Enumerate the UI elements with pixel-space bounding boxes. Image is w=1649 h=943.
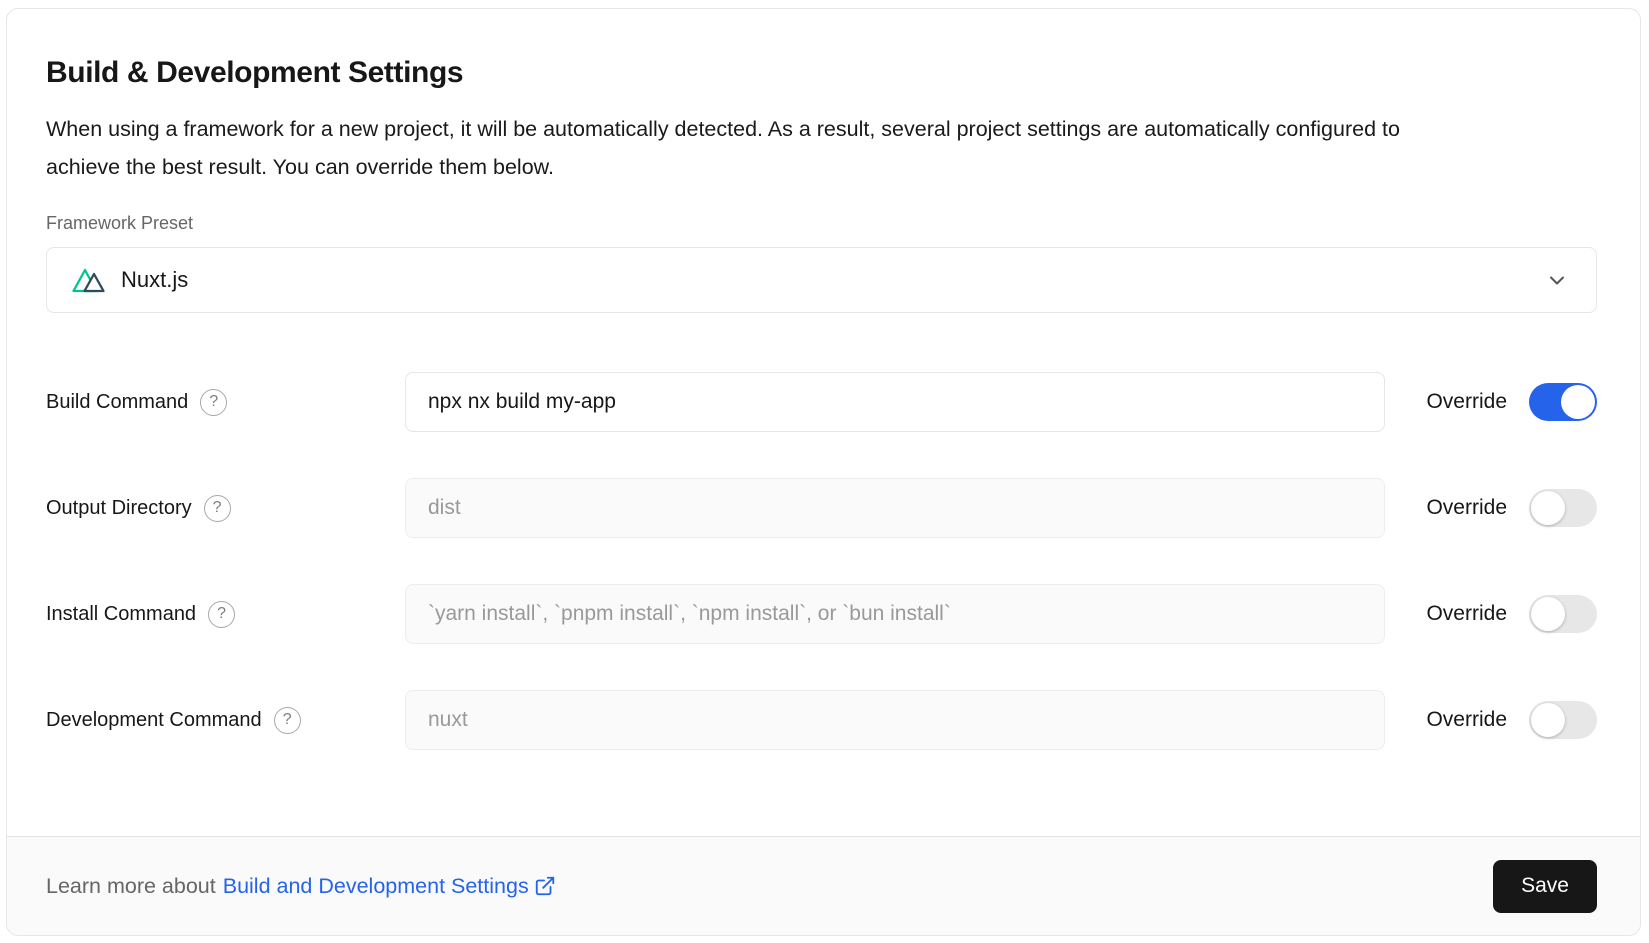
- override-control: Override: [1426, 489, 1597, 527]
- override-label: Override: [1426, 390, 1507, 414]
- help-icon[interactable]: ?: [274, 707, 301, 734]
- build-settings-card: Build & Development Settings When using …: [6, 8, 1641, 936]
- install-command-label: Install Command: [46, 603, 196, 626]
- override-toggle[interactable]: [1529, 701, 1597, 739]
- install-command-row: Install Command ? Override: [46, 584, 1597, 644]
- install-command-input: [405, 584, 1385, 644]
- toggle-knob: [1561, 385, 1595, 419]
- nuxt-logo-icon: [71, 266, 109, 294]
- save-button[interactable]: Save: [1493, 860, 1597, 913]
- override-toggle[interactable]: [1529, 383, 1597, 421]
- learn-more-text: Learn more about Build and Development S…: [46, 874, 556, 899]
- output-directory-row: Output Directory ? Override: [46, 478, 1597, 538]
- settings-rows: Build Command ? Override Output Director…: [46, 372, 1597, 750]
- docs-link-label: Build and Development Settings: [223, 874, 529, 899]
- row-label: Output Directory ?: [46, 495, 405, 522]
- page-title: Build & Development Settings: [46, 56, 1597, 90]
- settings-footer: Learn more about Build and Development S…: [7, 836, 1640, 935]
- output-directory-label: Output Directory: [46, 497, 192, 520]
- row-label: Build Command ?: [46, 389, 405, 416]
- override-label: Override: [1426, 496, 1507, 520]
- framework-preset-select[interactable]: Nuxt.js: [46, 247, 1597, 313]
- development-command-input: [405, 690, 1385, 750]
- row-label: Install Command ?: [46, 601, 405, 628]
- override-control: Override: [1426, 595, 1597, 633]
- help-icon[interactable]: ?: [200, 389, 227, 416]
- build-command-label: Build Command: [46, 391, 188, 414]
- settings-description: When using a framework for a new project…: [46, 110, 1476, 186]
- framework-preset-label: Framework Preset: [46, 213, 1597, 234]
- output-directory-input: [405, 478, 1385, 538]
- override-toggle[interactable]: [1529, 489, 1597, 527]
- external-link-icon: [534, 875, 556, 897]
- build-command-input[interactable]: [405, 372, 1385, 432]
- chevron-down-icon: [1544, 267, 1570, 293]
- help-icon[interactable]: ?: [208, 601, 235, 628]
- override-label: Override: [1426, 602, 1507, 626]
- toggle-knob: [1531, 491, 1565, 525]
- override-control: Override: [1426, 701, 1597, 739]
- settings-main: Build & Development Settings When using …: [7, 9, 1640, 836]
- learn-more-prefix: Learn more about: [46, 874, 216, 899]
- row-label: Development Command ?: [46, 707, 405, 734]
- development-command-label: Development Command: [46, 709, 262, 732]
- build-settings-docs-link[interactable]: Build and Development Settings: [223, 874, 556, 899]
- toggle-knob: [1531, 597, 1565, 631]
- toggle-knob: [1531, 703, 1565, 737]
- override-toggle[interactable]: [1529, 595, 1597, 633]
- framework-selected-value: Nuxt.js: [121, 267, 188, 293]
- build-command-row: Build Command ? Override: [46, 372, 1597, 432]
- override-control: Override: [1426, 383, 1597, 421]
- override-label: Override: [1426, 708, 1507, 732]
- development-command-row: Development Command ? Override: [46, 690, 1597, 750]
- help-icon[interactable]: ?: [204, 495, 231, 522]
